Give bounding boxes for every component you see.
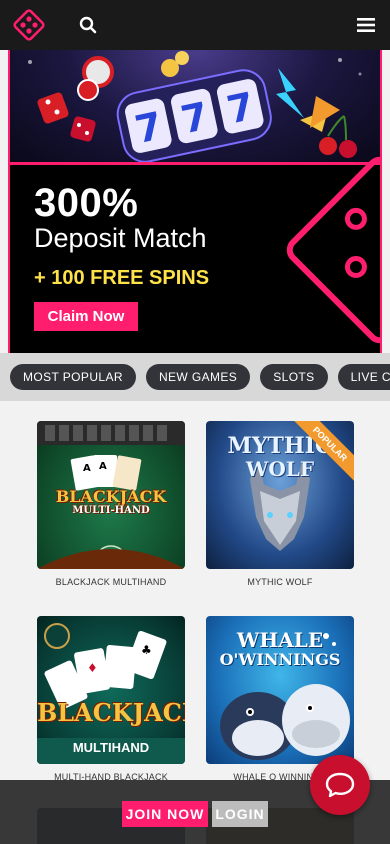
slot-machine-artwork: 7 7 7 (10, 50, 380, 163)
promo-headline: 300% (34, 181, 139, 225)
search-icon[interactable] (76, 13, 100, 37)
hamburger-menu-icon[interactable] (354, 13, 378, 37)
tab-new-games[interactable]: NEW GAMES (145, 364, 251, 390)
login-button[interactable]: LOGIN (212, 801, 268, 827)
top-header (0, 0, 390, 50)
svg-text:A: A (83, 463, 91, 474)
game-art-title: BLACKJACK (55, 487, 167, 506)
casino-home-page: 7 7 7 300% Deposit Match + 100 FREE SPIN… (0, 0, 390, 844)
game-thumbnail[interactable]: A A BLACKJACK MULTI-HAND (37, 421, 185, 569)
dice-outline-icon (281, 151, 380, 349)
svg-text:♦: ♦ (87, 661, 98, 675)
banner-divider (10, 162, 380, 165)
game-art-subtitle: MULTI-HAND (72, 505, 150, 516)
slot-reel-icon: 7 7 7 (116, 69, 272, 163)
promo-free-spins: + 100 FREE SPINS (34, 267, 210, 289)
svg-text:A: A (99, 461, 107, 472)
header-left (12, 8, 100, 42)
promo-subheadline: Deposit Match (34, 223, 207, 253)
game-card[interactable]: MYTHIC WOLF POPULAR MYTHIC WOLF (206, 421, 354, 587)
game-art-subtitle: MULTIHAND (72, 740, 150, 755)
game-art-subtitle: WOLF (245, 457, 315, 481)
game-thumbnail[interactable]: MYTHIC WOLF POPULAR (206, 421, 354, 569)
claim-now-button[interactable]: Claim Now (34, 302, 138, 331)
game-thumbnail[interactable]: WHALE O'WINNINGS (206, 616, 354, 764)
game-art-title: WHALE (236, 628, 324, 652)
chat-bubble-icon[interactable] (310, 755, 370, 815)
game-art-subtitle: O'WINNINGS (219, 650, 341, 669)
cherry-icon (319, 115, 357, 158)
game-name: MYTHIC WOLF (247, 577, 313, 587)
game-card[interactable]: ♦ ♣ BLACKJACK MULTIHAND MULTI-HAND BLACK… (37, 616, 185, 782)
tab-live-casino[interactable]: LIVE CASINO (337, 364, 390, 390)
game-art-title: BLACKJACK (37, 698, 185, 727)
game-thumbnail[interactable]: ♦ ♣ BLACKJACK MULTIHAND (37, 616, 185, 764)
svg-text:♣: ♣ (141, 643, 152, 657)
category-tabs: MOST POPULAR NEW GAMES SLOTS LIVE CASINO (0, 353, 390, 401)
join-now-button[interactable]: JOIN NOW (122, 801, 208, 827)
promo-banner[interactable]: 7 7 7 300% Deposit Match + 100 FREE SPIN… (8, 50, 382, 353)
game-name: BLACKJACK MULTIHAND (55, 577, 167, 587)
tab-most-popular[interactable]: MOST POPULAR (10, 364, 136, 390)
game-card[interactable]: A A BLACKJACK MULTI-HAND BLACKJACK MULTI… (37, 421, 185, 587)
dice-logo-icon[interactable] (12, 8, 46, 42)
tab-slots[interactable]: SLOTS (260, 364, 328, 390)
